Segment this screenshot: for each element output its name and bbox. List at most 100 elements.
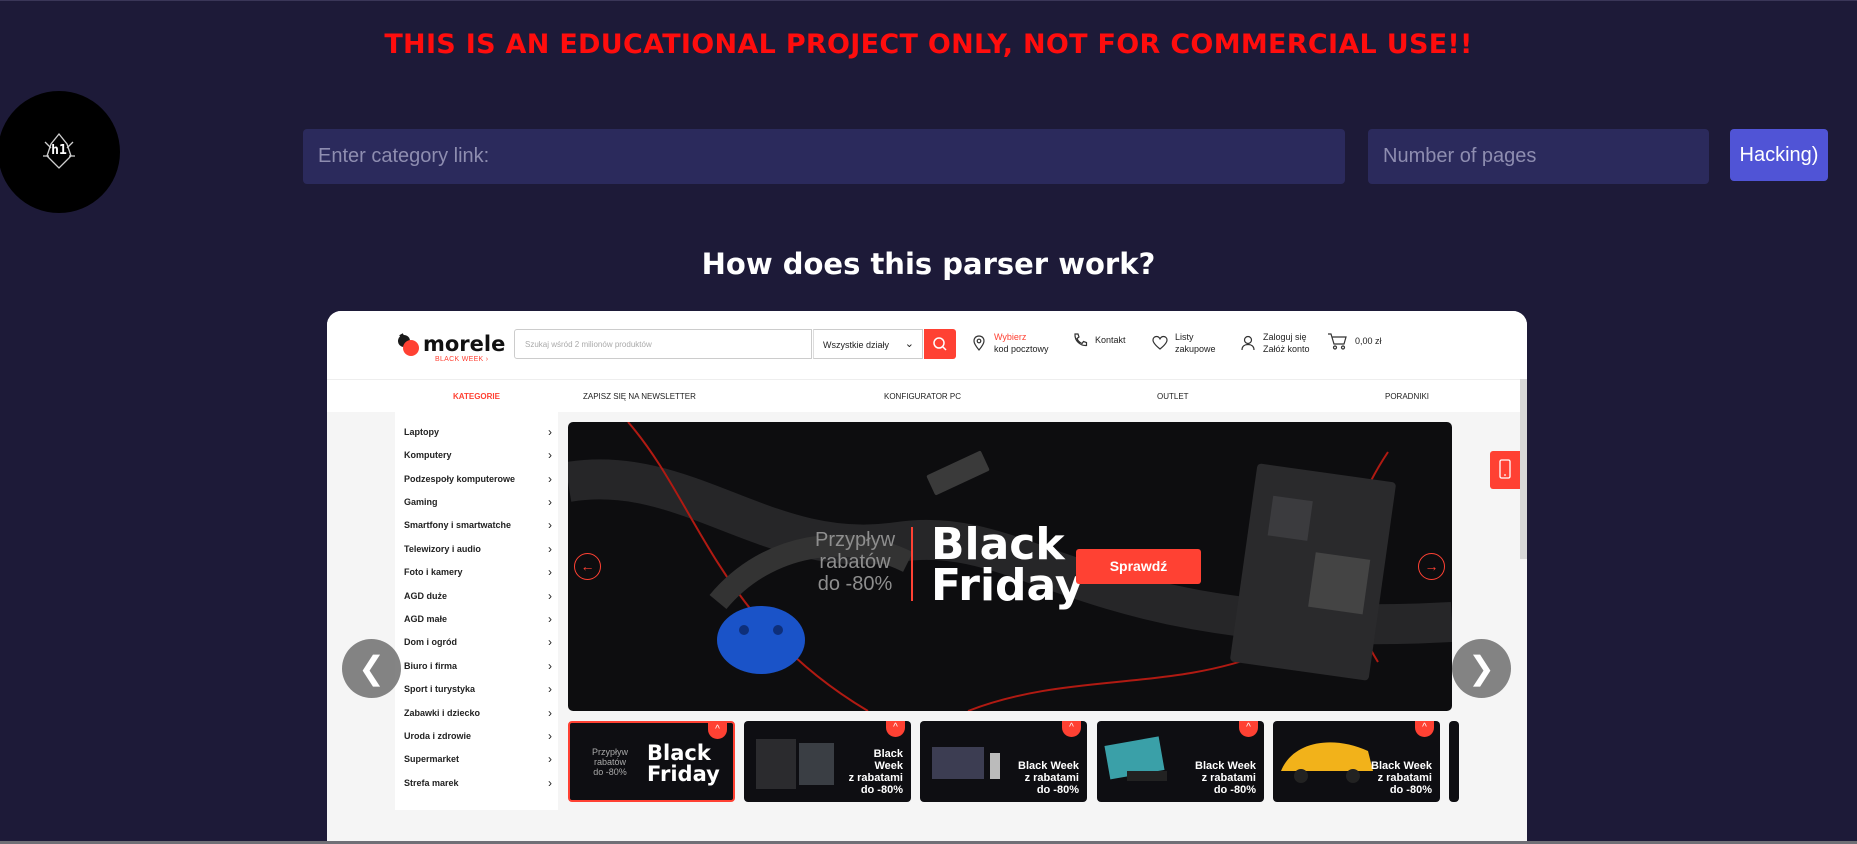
thumb-line: Week bbox=[874, 760, 903, 772]
thumbnail: Black Week z rabatami do -80% ^ bbox=[744, 721, 911, 802]
banner-discount-line: rabatów bbox=[819, 551, 891, 573]
location-line2: kod pocztowy bbox=[994, 344, 1049, 354]
morele-logo-name: morele bbox=[423, 332, 506, 356]
category-label: Gaming bbox=[404, 497, 438, 507]
chevron-right-icon: › bbox=[548, 659, 552, 673]
thumb-line: do -80% bbox=[593, 767, 627, 777]
lists-line1: Listy bbox=[1175, 332, 1194, 342]
menu-outlet: OUTLET bbox=[1157, 392, 1189, 401]
thumb-line: do -80% bbox=[860, 784, 903, 796]
banner-discount-line: do -80% bbox=[817, 573, 893, 595]
banner-discount-line: Przypływ bbox=[815, 529, 896, 551]
site-logo[interactable]: h1 bbox=[0, 91, 120, 213]
category-item: Laptopy › bbox=[404, 425, 552, 443]
thumb-line: z rabatami bbox=[1024, 772, 1079, 784]
chevron-right-icon: › bbox=[548, 682, 552, 696]
thumb-caption: Black Week z rabatami do -80% bbox=[1371, 760, 1432, 796]
thumb-line: Friday bbox=[647, 762, 720, 786]
thumbnail: Black Week z rabatami do -80% ^ bbox=[1273, 721, 1440, 802]
category-label: AGD duże bbox=[404, 591, 448, 601]
category-label: Uroda i zdrowie bbox=[404, 731, 472, 741]
category-label: Foto i kamery bbox=[404, 567, 463, 577]
category-item: Telewizory i audio › bbox=[404, 542, 552, 560]
category-item: Strefa marek › bbox=[404, 776, 552, 794]
black-week-link: BLACK WEEK › bbox=[435, 356, 489, 363]
educational-warning: THIS IS AN EDUCATIONAL PROJECT ONLY, NOT… bbox=[384, 29, 1473, 60]
lists-line2: zakupowe bbox=[1175, 344, 1216, 354]
shop-nav-cart: 0,00 zł bbox=[1327, 331, 1382, 351]
category-item: Podzespoły komputerowe › bbox=[404, 472, 552, 490]
carousel-next-button[interactable]: ❯ bbox=[1452, 639, 1511, 698]
thumb-line: do -80% bbox=[1213, 784, 1256, 796]
thumb-line: rabatów bbox=[593, 757, 627, 767]
user-icon bbox=[1241, 335, 1255, 351]
cart-icon bbox=[1328, 333, 1347, 350]
shop-nav-location: Wybierz kod pocztowy bbox=[970, 331, 1049, 355]
category-item: Sport i turystyka › bbox=[404, 682, 552, 700]
banner-prev-arrow-icon: ← bbox=[574, 553, 601, 580]
chevron-right-icon: › bbox=[548, 589, 552, 603]
chevron-right-icon: › bbox=[548, 752, 552, 766]
banner-headline: Black Friday bbox=[931, 523, 1084, 611]
thumb-line: do -80% bbox=[1036, 784, 1079, 796]
carousel-slide-screenshot: morele BLACK WEEK › Szukaj wśród 2 milio… bbox=[327, 311, 1527, 844]
carousel-prev-button[interactable]: ❮ bbox=[342, 639, 401, 698]
category-label: AGD małe bbox=[404, 614, 448, 624]
category-label: Strefa marek bbox=[404, 778, 459, 788]
thumb-line: do -80% bbox=[1389, 784, 1432, 796]
thumb-line: Black Week bbox=[1371, 760, 1432, 772]
how-it-works-title: How does this parser work? bbox=[701, 247, 1156, 281]
banner-headline-line: Friday bbox=[931, 560, 1084, 611]
category-item: Zabawki i dziecko › bbox=[404, 706, 552, 724]
shop-search-button bbox=[924, 329, 956, 359]
location-line1: Wybierz bbox=[994, 332, 1027, 342]
chevron-up-icon: ^ bbox=[708, 723, 727, 739]
category-list: Laptopy › Komputery › Podzespoły komputero… bbox=[395, 412, 558, 810]
thumb-line: Przypływ bbox=[592, 747, 629, 757]
shop-nav-contact: Kontakt bbox=[1071, 331, 1126, 349]
shop-search-input: Szukaj wśród 2 milionów produktów bbox=[514, 329, 812, 359]
thumb-line: Black bbox=[873, 748, 903, 760]
chevron-right-icon: › bbox=[548, 542, 552, 556]
category-item: Biuro i firma › bbox=[404, 659, 552, 677]
chevron-right-icon: › bbox=[548, 472, 552, 486]
logo-text: h1 bbox=[51, 143, 67, 158]
thumb-headline: Black Friday bbox=[647, 743, 720, 785]
banner-discount-text: Przypływ rabatów do -80% bbox=[815, 529, 895, 595]
morele-mark-icon bbox=[395, 332, 419, 356]
category-label: Biuro i firma bbox=[404, 661, 458, 671]
shop-header: morele BLACK WEEK › Szukaj wśród 2 milio… bbox=[327, 311, 1527, 379]
thumb-caption: Black Week z rabatami do -80% bbox=[849, 748, 903, 796]
account-line2: Załóż konto bbox=[1263, 344, 1310, 354]
phone-icon bbox=[1074, 333, 1088, 347]
category-link-input[interactable] bbox=[303, 129, 1345, 184]
category-label: Podzespoły komputerowe bbox=[404, 474, 516, 484]
black-friday-banner: Przypływ rabatów do -80% Black Friday Sp… bbox=[568, 422, 1452, 711]
thumbnail: Black Week z rabatami do -80% ^ bbox=[1097, 721, 1264, 802]
chevron-right-icon: › bbox=[548, 776, 552, 790]
thumb-line: Black bbox=[647, 741, 711, 765]
shop-department-select: Wszystkie działy ⌄ bbox=[813, 329, 923, 359]
category-item: Foto i kamery › bbox=[404, 565, 552, 583]
category-label: Sport i turystyka bbox=[404, 684, 476, 694]
thumb-line: Black Week bbox=[1195, 760, 1256, 772]
menu-newsletter: ZAPISZ SIĘ NA NEWSLETTER bbox=[583, 392, 696, 401]
shop-nav-lists: Listy zakupowe bbox=[1151, 331, 1216, 355]
thumb-line: z rabatami bbox=[848, 772, 903, 784]
hacking-submit-button[interactable]: Hacking) bbox=[1730, 129, 1828, 181]
category-item: Supermarket › bbox=[404, 752, 552, 770]
search-icon bbox=[933, 337, 947, 351]
chevron-down-icon: ⌄ bbox=[904, 338, 914, 350]
chevron-right-icon: › bbox=[548, 706, 552, 720]
category-label: Dom i ogród bbox=[404, 637, 457, 647]
thumb-caption: Black Week z rabatami do -80% bbox=[1195, 760, 1256, 796]
category-label: Telewizory i audio bbox=[404, 544, 481, 554]
banner-next-arrow-icon: → bbox=[1418, 553, 1445, 580]
shop-menu-bar: KATEGORIE ZAPISZ SIĘ NA NEWSLETTER KONFI… bbox=[327, 379, 1527, 412]
chevron-right-icon: › bbox=[548, 425, 552, 439]
number-of-pages-input[interactable] bbox=[1368, 129, 1709, 184]
chevron-right-icon: › bbox=[548, 565, 552, 579]
thumb-line: z rabatami bbox=[1201, 772, 1256, 784]
shop-body: Laptopy › Komputery › Podzespoły komputero… bbox=[327, 412, 1527, 844]
category-label: Komputery bbox=[404, 450, 452, 460]
